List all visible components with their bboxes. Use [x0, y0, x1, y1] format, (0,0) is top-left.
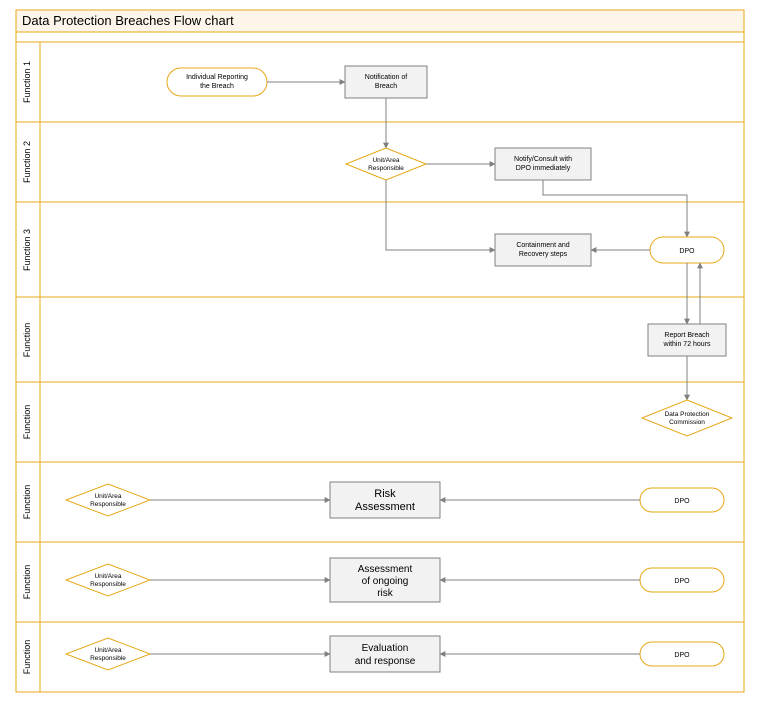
svg-text:Risk: Risk [374, 488, 396, 500]
svg-text:DPO: DPO [674, 498, 690, 505]
lane-label: Function [22, 565, 32, 600]
lane-label: Function [22, 640, 32, 675]
svg-text:Report Breach: Report Breach [664, 332, 709, 339]
lane-label: Function 3 [22, 229, 32, 271]
svg-text:Unit/Area: Unit/Area [94, 493, 121, 500]
svg-text:Data Protection: Data Protection [665, 411, 710, 418]
chart-title: Data Protection Breaches Flow chart [22, 13, 234, 28]
svg-text:Responsible: Responsible [90, 655, 126, 662]
lane-label: Function [22, 405, 32, 440]
svg-text:within 72 hours: within 72 hours [662, 341, 711, 348]
svg-text:DPO: DPO [679, 248, 695, 255]
svg-text:Responsible: Responsible [368, 165, 404, 172]
flowchart-canvas: Data Protection Breaches Flow chart Func… [0, 0, 759, 704]
svg-text:Commission: Commission [669, 419, 705, 426]
process-notification [345, 66, 427, 98]
svg-text:Unit/Area: Unit/Area [94, 573, 121, 580]
terminator-individual-reporting [167, 68, 267, 96]
process-report-breach [648, 324, 726, 356]
lane-label: Function 2 [22, 141, 32, 183]
svg-text:Individual Reporting: Individual Reporting [186, 74, 248, 81]
svg-text:Assessment: Assessment [355, 501, 415, 513]
svg-text:Responsible: Responsible [90, 581, 126, 588]
svg-text:risk: risk [377, 588, 394, 599]
svg-text:Evaluation: Evaluation [362, 643, 409, 654]
svg-text:Assessment: Assessment [358, 564, 413, 575]
svg-text:DPO: DPO [674, 578, 690, 585]
svg-text:of ongoing: of ongoing [362, 576, 409, 587]
svg-text:Unit/Area: Unit/Area [94, 647, 121, 654]
svg-text:the Breach: the Breach [200, 83, 234, 90]
svg-text:Recovery steps: Recovery steps [519, 251, 568, 258]
svg-text:Notify/Consult with: Notify/Consult with [514, 156, 572, 163]
process-containment [495, 234, 591, 266]
lane-label: Function 1 [22, 61, 32, 103]
svg-text:Unit/Area: Unit/Area [372, 157, 399, 164]
svg-text:Breach: Breach [375, 83, 397, 90]
svg-text:DPO immediately: DPO immediately [516, 165, 571, 172]
lane-label: Function [22, 323, 32, 358]
process-notify-dpo [495, 148, 591, 180]
svg-text:Notification of: Notification of [365, 74, 407, 81]
lane-label: Function [22, 485, 32, 520]
svg-text:DPO: DPO [674, 652, 690, 659]
svg-text:and response: and response [355, 656, 416, 667]
svg-text:Responsible: Responsible [90, 501, 126, 508]
svg-text:Containment and: Containment and [516, 242, 569, 249]
